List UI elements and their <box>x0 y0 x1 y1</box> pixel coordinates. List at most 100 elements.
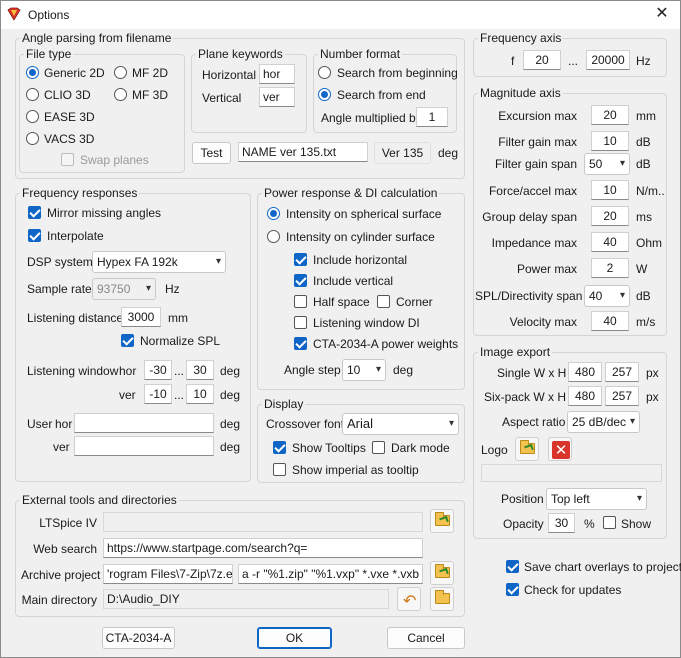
lw-ver-from-input[interactable]: -10 <box>144 384 172 404</box>
logo-open-button[interactable] <box>515 437 539 461</box>
show-imperial-checkbox[interactable] <box>273 463 286 476</box>
include-horizontal-checkbox[interactable] <box>294 253 307 266</box>
radio-mf-2d-label: MF 2D <box>132 66 168 80</box>
test-filename-input[interactable]: NAME ver 135.txt <box>238 142 368 162</box>
cta-weights-checkbox[interactable] <box>294 337 307 350</box>
main-directory-browse-button[interactable] <box>430 587 454 611</box>
save-overlays-label: Save chart overlays to project <box>524 560 681 574</box>
swap-planes-checkbox[interactable] <box>61 153 74 166</box>
normalize-spl-checkbox[interactable] <box>121 334 134 347</box>
frequency-to-input[interactable]: 20000 <box>586 50 630 70</box>
dark-mode-checkbox[interactable] <box>372 441 385 454</box>
angle-step-value: 10 <box>347 363 361 377</box>
sixpack-width-input[interactable]: 480 <box>568 386 602 406</box>
ltspice-path-input[interactable] <box>103 512 423 532</box>
archive-path-input[interactable]: 'rogram Files\7-Zip\7z.exe <box>103 564 233 584</box>
lw-hor-to-input[interactable]: 30 <box>186 360 214 380</box>
archive-project-label: Archive project <box>21 568 101 582</box>
horizontal-keyword-input[interactable]: hor <box>259 64 295 84</box>
radio-search-end[interactable] <box>318 88 331 101</box>
magnitude-row-value: 40 <box>589 289 603 303</box>
position-label: Position <box>501 492 544 506</box>
radio-spherical-surface[interactable] <box>267 207 280 220</box>
cancel-button[interactable]: Cancel <box>387 627 465 649</box>
radio-mf-3d[interactable] <box>114 88 127 101</box>
radio-vacs-3d[interactable] <box>26 132 39 145</box>
web-search-input[interactable]: https://www.startpage.com/search?q= <box>103 538 423 558</box>
radio-cylinder-surface[interactable] <box>267 230 280 243</box>
single-width-input[interactable]: 480 <box>568 362 602 382</box>
user-ver-unit: deg <box>220 440 241 454</box>
magnitude-row-label: Filter gain max <box>498 135 577 149</box>
single-height-input[interactable]: 257 <box>605 362 639 382</box>
lw-ver-to-input[interactable]: 10 <box>186 384 214 404</box>
listening-window-di-checkbox[interactable] <box>294 316 307 329</box>
close-icon[interactable]: ✕ <box>652 4 672 24</box>
dsp-system-select[interactable]: Hypex FA 192k ▾ <box>92 251 226 273</box>
lw-hor-from-input[interactable]: -30 <box>144 360 172 380</box>
radio-mf-3d-label: MF 3D <box>132 88 168 102</box>
opacity-input[interactable]: 30 <box>548 513 575 533</box>
show-logo-checkbox[interactable] <box>603 516 616 529</box>
title-bar: Options ✕ <box>1 1 680 29</box>
delete-x-icon: ✕ <box>552 441 570 459</box>
radio-clio-3d[interactable] <box>26 88 39 101</box>
radio-generic-2d[interactable] <box>26 66 39 79</box>
frequency-from-input[interactable]: 20 <box>523 50 561 70</box>
magnitude-row-select[interactable]: 50 ▾ <box>584 153 630 175</box>
user-ver-input[interactable] <box>74 436 214 456</box>
corner-checkbox[interactable] <box>377 295 390 308</box>
lw-hor-unit: deg <box>220 364 241 378</box>
magnitude-row-input[interactable]: 10 <box>591 131 629 151</box>
ltspice-browse-button[interactable] <box>430 509 454 533</box>
archive-browse-button[interactable] <box>430 561 454 585</box>
magnitude-row-input[interactable]: 2 <box>591 258 629 278</box>
logo-delete-button[interactable]: ✕ <box>548 437 572 461</box>
magnitude-row-input[interactable]: 10 <box>591 180 629 200</box>
check-updates-checkbox[interactable] <box>506 583 519 596</box>
magnitude-row-input[interactable]: 40 <box>591 232 629 252</box>
interpolate-checkbox[interactable] <box>28 229 41 242</box>
crossover-font-select[interactable]: Arial ▾ <box>342 413 459 435</box>
main-directory-input[interactable]: D:\Audio_DIY <box>103 589 389 609</box>
sixpack-size-unit: px <box>646 390 659 404</box>
logo-label: Logo <box>481 443 508 457</box>
archive-args-input[interactable]: a -r "%1.zip" "%1.vxp" *.vxe *.vxb *.vxc <box>238 564 423 584</box>
user-window-label: User <box>27 417 53 431</box>
magnitude-row-label: Filter gain span <box>494 157 577 171</box>
test-button[interactable]: Test <box>192 142 231 164</box>
magnitude-row-unit: ms <box>636 210 652 224</box>
magnitude-row-input[interactable]: 20 <box>591 105 629 125</box>
magnitude-row-input[interactable]: 40 <box>591 311 629 331</box>
show-tooltips-checkbox[interactable] <box>273 441 286 454</box>
radio-search-beginning[interactable] <box>318 66 331 79</box>
magnitude-row-input[interactable]: 20 <box>591 206 629 226</box>
sixpack-height-input[interactable]: 257 <box>605 386 639 406</box>
show-logo-label: Show <box>621 517 652 531</box>
lw-ver-label: ver <box>119 388 136 402</box>
vertical-keyword-input[interactable]: ver <box>259 87 295 107</box>
cta-2034-button[interactable]: CTA-2034-A <box>102 627 175 649</box>
external-tools-legend: External tools and directories <box>22 493 177 507</box>
app-red-diamond-icon <box>7 7 21 21</box>
listening-distance-input[interactable]: 3000 <box>121 307 161 327</box>
half-space-checkbox[interactable] <box>294 295 307 308</box>
user-hor-input[interactable] <box>74 413 214 433</box>
check-updates-label: Check for updates <box>524 583 622 597</box>
radio-mf-2d[interactable] <box>114 66 127 79</box>
power-response-legend: Power response & DI calculation <box>264 186 438 200</box>
magnitude-row-unit: dB <box>636 289 651 303</box>
magnitude-row-select[interactable]: 40 ▾ <box>584 285 630 307</box>
angle-multiplier-input[interactable]: 1 <box>416 107 448 127</box>
ok-button[interactable]: OK <box>257 627 332 649</box>
radio-ease-3d[interactable] <box>26 110 39 123</box>
swap-planes-label: Swap planes <box>80 153 149 167</box>
position-select[interactable]: Top left ▾ <box>546 488 647 510</box>
mirror-angles-checkbox[interactable] <box>28 206 41 219</box>
include-vertical-checkbox[interactable] <box>294 274 307 287</box>
main-directory-reset-button[interactable]: ↶ <box>397 587 421 611</box>
aspect-ratio-select[interactable]: 25 dB/dec ▾ <box>567 411 640 433</box>
save-overlays-checkbox[interactable] <box>506 560 519 573</box>
sample-rate-select[interactable]: 93750 ▾ <box>92 278 156 300</box>
angle-step-select[interactable]: 10 ▾ <box>342 359 386 381</box>
